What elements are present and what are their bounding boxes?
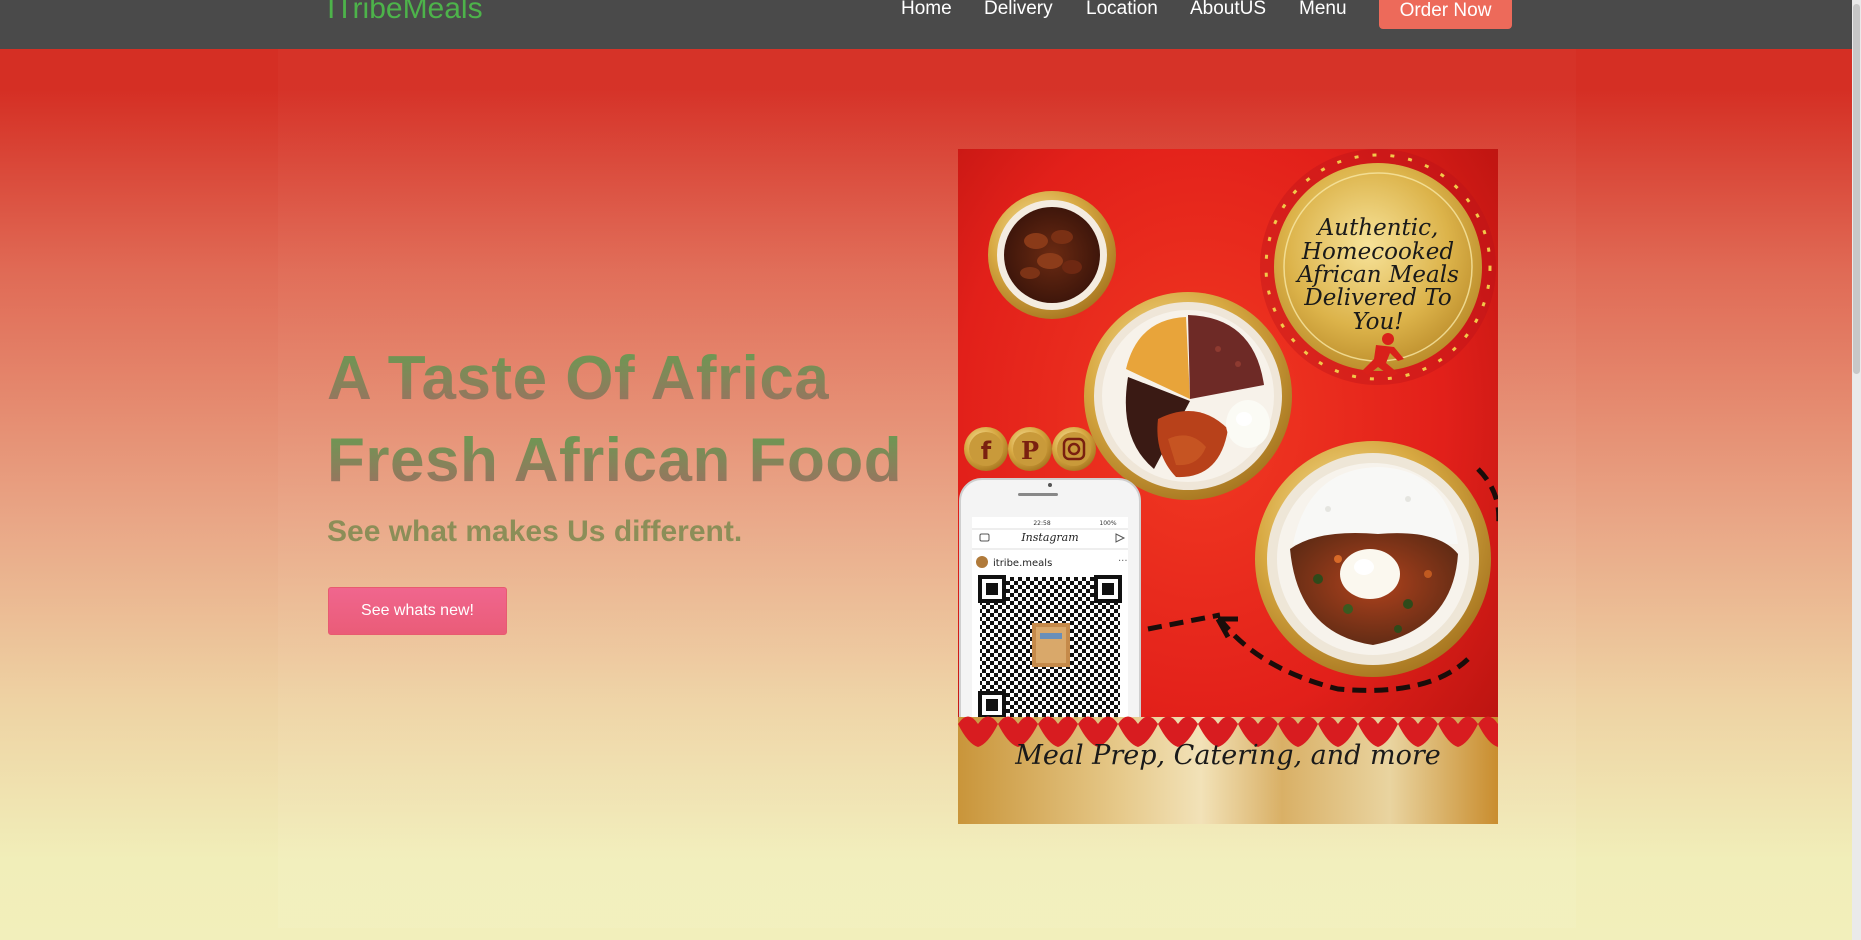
hero-headline-1: A Taste Of Africa: [327, 344, 830, 413]
scrollbar[interactable]: [1852, 0, 1861, 940]
page-background: [0, 0, 1861, 940]
hero-subheadline: See what makes Us different.: [327, 515, 743, 548]
nav-link-delivery[interactable]: Delivery: [984, 0, 1053, 20]
badge-line-1: Authentic,: [1316, 215, 1439, 241]
nav-link-home[interactable]: Home: [901, 0, 952, 20]
svg-text:···: ···: [1118, 556, 1128, 567]
poster-footer-text: Meal Prep, Catering, and more: [1014, 740, 1441, 771]
phone-battery: 100%: [1099, 520, 1116, 527]
instagram-icon: [1052, 427, 1096, 471]
phone-account: itribe.meals: [993, 558, 1052, 569]
see-whats-new-button[interactable]: See whats new!: [328, 587, 507, 635]
promo-poster-image: Authentic, Homecooked African Meals Deli…: [958, 149, 1498, 824]
jollof-plate: [1084, 292, 1292, 500]
plantain-bowl: [988, 191, 1116, 319]
phone-time: 22:58: [1033, 520, 1050, 527]
phone-app-title: Instagram: [1020, 531, 1078, 544]
egusi-rice-plate: [1255, 441, 1491, 677]
brand-logo-link[interactable]: ITribeMeals: [327, 0, 483, 26]
nav-link-aboutus[interactable]: AboutUS: [1190, 0, 1266, 20]
svg-text:P: P: [1021, 436, 1039, 465]
order-now-button[interactable]: Order Now: [1379, 0, 1512, 29]
badge-line-4: Delivered To: [1303, 285, 1451, 311]
scrollbar-thumb[interactable]: [1853, 4, 1860, 374]
nav-link-location[interactable]: Location: [1086, 0, 1158, 20]
hero-headline-2: Fresh African Food: [327, 426, 903, 495]
social-icons: f P: [964, 427, 1096, 471]
facebook-icon: f: [964, 427, 1008, 471]
authentic-badge: Authentic, Homecooked African Meals Deli…: [1260, 149, 1496, 385]
svg-text:f: f: [981, 437, 992, 465]
nav-link-menu[interactable]: Menu: [1299, 0, 1347, 20]
pinterest-icon: P: [1008, 427, 1052, 471]
top-navbar: ITribeMeals Home Delivery Location About…: [0, 0, 1852, 49]
badge-line-5: You!: [1352, 309, 1403, 335]
